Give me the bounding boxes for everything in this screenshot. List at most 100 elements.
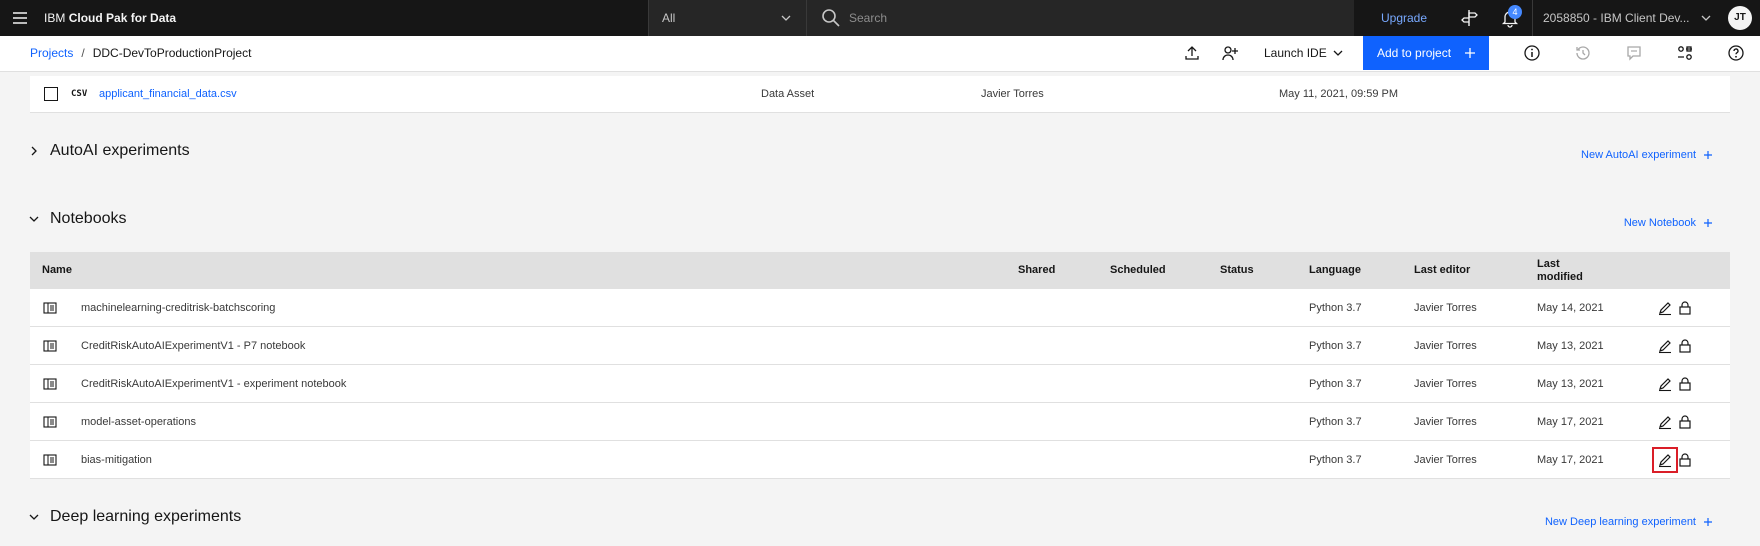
pencil-icon[interactable] bbox=[1652, 447, 1678, 473]
pencil-icon[interactable] bbox=[1657, 376, 1673, 392]
table-row: machinelearning-creditrisk-batchscoring … bbox=[30, 289, 1730, 327]
chevron-down-icon bbox=[28, 511, 40, 523]
pencil-icon[interactable] bbox=[1657, 414, 1673, 430]
search-scope-value: All bbox=[662, 11, 676, 25]
brand-prefix: IBM bbox=[44, 11, 66, 25]
notebooks-table-header: Name Shared Scheduled Status Language La… bbox=[30, 252, 1730, 289]
table-row: bias-mitigation Python 3.7 Javier Torres… bbox=[30, 441, 1730, 479]
notebook-language: Python 3.7 bbox=[1309, 378, 1362, 390]
notebook-editor: Javier Torres bbox=[1414, 454, 1477, 466]
search-scope-dropdown[interactable]: All bbox=[648, 0, 806, 36]
history-icon[interactable] bbox=[1574, 44, 1592, 62]
notebook-language: Python 3.7 bbox=[1309, 340, 1362, 352]
pencil-icon[interactable] bbox=[1657, 300, 1673, 316]
notebooks-section-title: Notebooks bbox=[50, 210, 127, 227]
add-collaborator-icon[interactable] bbox=[1221, 44, 1239, 62]
table-row: CreditRiskAutoAIExperimentV1 - P7 notebo… bbox=[30, 327, 1730, 365]
col-name[interactable]: Name bbox=[42, 252, 72, 289]
add-to-project-button[interactable]: Add to project bbox=[1363, 36, 1489, 70]
plus-icon bbox=[1702, 516, 1714, 528]
notebook-name-link[interactable]: model-asset-operations bbox=[81, 403, 196, 441]
chevron-down-icon bbox=[28, 213, 40, 225]
breadcrumb: Projects / DDC-DevToProductionProject bbox=[30, 36, 251, 70]
table-row: model-asset-operations Python 3.7 Javier… bbox=[30, 403, 1730, 441]
notebook-icon bbox=[43, 415, 57, 429]
account-switcher[interactable]: 2058850 - IBM Client Dev... bbox=[1532, 0, 1722, 36]
hamburger-icon[interactable] bbox=[8, 6, 32, 30]
notebook-modified: May 17, 2021 bbox=[1537, 454, 1604, 466]
breadcrumb-projects-link[interactable]: Projects bbox=[30, 46, 73, 60]
deep-learning-section-title: Deep learning experiments bbox=[50, 508, 242, 525]
upload-icon[interactable] bbox=[1183, 44, 1201, 62]
new-notebook-label: New Notebook bbox=[1623, 217, 1696, 229]
chevron-down-icon bbox=[780, 12, 792, 24]
notebook-language: Python 3.7 bbox=[1309, 416, 1362, 428]
manage-icon[interactable] bbox=[1676, 44, 1694, 62]
notebook-editor: Javier Torres bbox=[1414, 302, 1477, 314]
new-autoai-experiment-link[interactable]: New AutoAI experiment bbox=[1564, 145, 1714, 165]
user-avatar[interactable]: JT bbox=[1728, 6, 1752, 30]
search-icon[interactable] bbox=[821, 8, 841, 28]
data-asset-type: Data Asset bbox=[761, 88, 815, 100]
upgrade-link[interactable]: Upgrade bbox=[1354, 0, 1454, 36]
lock-icon[interactable] bbox=[1677, 376, 1693, 392]
col-scheduled[interactable]: Scheduled bbox=[1110, 252, 1166, 289]
breadcrumb-separator: / bbox=[81, 46, 85, 60]
add-to-project-label: Add to project bbox=[1377, 46, 1452, 60]
project-header: Projects / DDC-DevToProductionProject Laun… bbox=[0, 36, 1760, 72]
notebook-name-link[interactable]: bias-mitigation bbox=[81, 441, 152, 479]
pencil-icon[interactable] bbox=[1657, 338, 1673, 354]
top-nav: IBM Cloud Pak for Data All Upgrade 4 205… bbox=[0, 0, 1760, 36]
col-last-modified-line1: Last bbox=[1537, 257, 1560, 270]
signpost-icon[interactable] bbox=[1457, 6, 1481, 30]
product-brand[interactable]: IBM Cloud Pak for Data bbox=[44, 0, 176, 36]
search-input[interactable] bbox=[849, 0, 1329, 36]
col-last-modified[interactable]: Last modified bbox=[1537, 252, 1583, 289]
col-shared[interactable]: Shared bbox=[1018, 252, 1055, 289]
notebook-modified: May 13, 2021 bbox=[1537, 340, 1604, 352]
plus-icon bbox=[1702, 149, 1714, 161]
notebook-editor: Javier Torres bbox=[1414, 340, 1477, 352]
global-search bbox=[806, 0, 1354, 36]
notebook-name-link[interactable]: CreditRiskAutoAIExperimentV1 - experimen… bbox=[81, 365, 346, 403]
notebook-language: Python 3.7 bbox=[1309, 302, 1362, 314]
lock-icon[interactable] bbox=[1677, 300, 1693, 316]
notebook-icon bbox=[43, 453, 57, 467]
help-icon[interactable] bbox=[1727, 44, 1745, 62]
plus-icon bbox=[1464, 47, 1476, 59]
lock-icon[interactable] bbox=[1677, 452, 1693, 468]
info-icon[interactable] bbox=[1523, 44, 1541, 62]
notebook-name-link[interactable]: machinelearning-creditrisk-batchscoring bbox=[81, 289, 275, 327]
data-asset-name-link[interactable]: applicant_financial_data.csv bbox=[99, 76, 237, 112]
col-last-editor[interactable]: Last editor bbox=[1414, 252, 1470, 289]
new-notebook-link[interactable]: New Notebook bbox=[1604, 213, 1714, 233]
lock-icon[interactable] bbox=[1677, 414, 1693, 430]
chevron-down-icon bbox=[1700, 12, 1712, 24]
notebook-editor: Javier Torres bbox=[1414, 416, 1477, 428]
plus-icon bbox=[1702, 217, 1714, 229]
notebook-icon bbox=[43, 301, 57, 315]
chevron-down-icon bbox=[1332, 47, 1344, 59]
comments-icon[interactable] bbox=[1625, 44, 1643, 62]
row-checkbox[interactable] bbox=[44, 87, 58, 101]
new-deep-learning-experiment-link[interactable]: New Deep learning experiment bbox=[1524, 512, 1714, 532]
notebook-name-link[interactable]: CreditRiskAutoAIExperimentV1 - P7 notebo… bbox=[81, 327, 305, 365]
autoai-section-title: AutoAI experiments bbox=[50, 142, 190, 159]
breadcrumb-current-project: DDC-DevToProductionProject bbox=[92, 46, 252, 60]
table-row: CreditRiskAutoAIExperimentV1 - experimen… bbox=[30, 365, 1730, 403]
notebook-modified: May 14, 2021 bbox=[1537, 302, 1604, 314]
launch-ide-dropdown[interactable]: Launch IDE bbox=[1256, 36, 1350, 70]
notebook-language: Python 3.7 bbox=[1309, 454, 1362, 466]
new-deep-learning-experiment-label: New Deep learning experiment bbox=[1544, 516, 1696, 528]
col-language[interactable]: Language bbox=[1309, 252, 1361, 289]
lock-icon[interactable] bbox=[1677, 338, 1693, 354]
col-last-modified-line2: modified bbox=[1537, 270, 1583, 283]
brand-name: Cloud Pak for Data bbox=[68, 11, 177, 25]
notebook-modified: May 13, 2021 bbox=[1537, 378, 1604, 390]
col-status[interactable]: Status bbox=[1220, 252, 1254, 289]
notebook-editor: Javier Torres bbox=[1414, 378, 1477, 390]
data-asset-row: CSV applicant_financial_data.csv Data As… bbox=[30, 76, 1730, 113]
notebooks-table: Name Shared Scheduled Status Language La… bbox=[30, 252, 1730, 479]
notebook-modified: May 17, 2021 bbox=[1537, 416, 1604, 428]
launch-ide-label: Launch IDE bbox=[1264, 46, 1327, 60]
